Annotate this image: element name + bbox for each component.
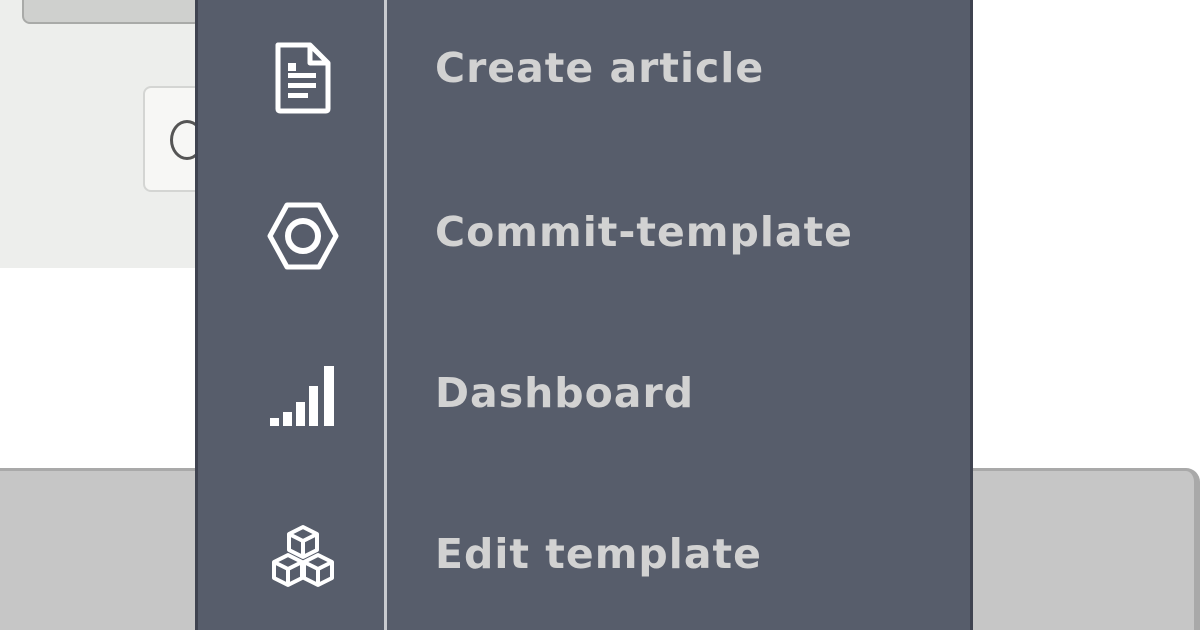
document-icon: [266, 41, 340, 115]
menu-item-dashboard[interactable]: Dashboard: [198, 324, 970, 464]
menu-item-label: Dashboard: [435, 369, 695, 417]
menu-item-create-article[interactable]: Create article: [198, 0, 970, 140]
menu-item-label: Create article: [435, 44, 765, 92]
dropdown-menu: Create article Commit-template Dashboard: [195, 0, 973, 630]
signal-bars-icon: [266, 362, 340, 436]
hexagon-nut-icon: [266, 199, 340, 273]
menu-item-label: Edit template: [435, 530, 762, 578]
background-tab[interactable]: [22, 0, 202, 24]
background-footer-right: [968, 468, 1200, 630]
menu-item-commit-template[interactable]: Commit-template: [198, 163, 970, 303]
menu-item-label: Commit-template: [435, 208, 853, 256]
cubes-icon: [266, 523, 340, 597]
menu-item-edit-template[interactable]: Edit template: [198, 485, 970, 625]
background-footer-left: [0, 468, 200, 630]
